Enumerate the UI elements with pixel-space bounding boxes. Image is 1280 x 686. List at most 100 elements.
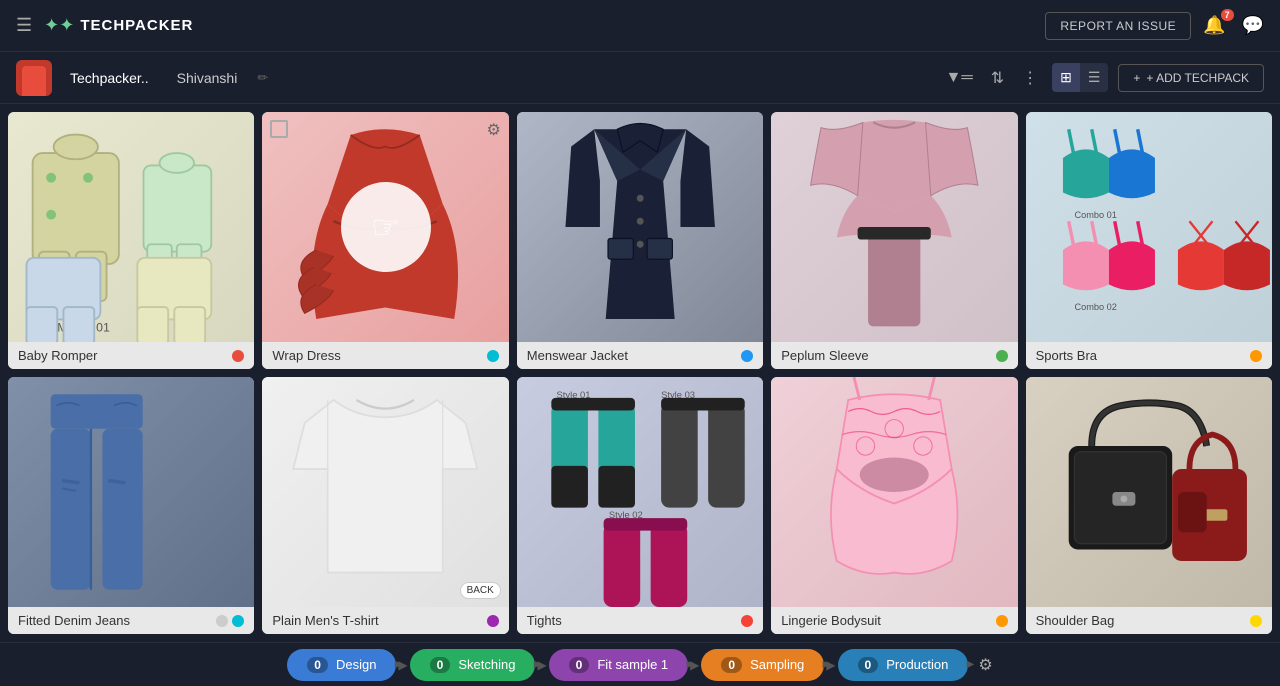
list-view-button[interactable]: ☰ [1080, 63, 1109, 92]
card-image-wrap-dress: ⚙ ☞ [262, 112, 508, 342]
report-issue-button[interactable]: REPORT AN ISSUE [1045, 12, 1191, 40]
status-dot-wrap-dress [487, 350, 499, 362]
status-dot-baby-romper [232, 350, 244, 362]
card-peplum-sleeve[interactable]: Peplum Sleeve [771, 112, 1017, 369]
sketching-count: 0 [430, 657, 451, 673]
card-name-wrap-dress: Wrap Dress [272, 348, 340, 363]
card-image-sports-bra: Combo 01 Combo 02 [1026, 112, 1272, 342]
card-footer-plain-mens-tshirt: Plain Men's T-shirt [262, 607, 508, 634]
add-techpack-button[interactable]: + + ADD TECHPACK [1118, 64, 1264, 92]
techpack-grid: COMBO - 01 [0, 104, 1280, 642]
card-name-menswear-jacket: Menswear Jacket [527, 348, 628, 363]
card-footer-baby-romper: Baby Romper [8, 342, 254, 369]
sort-icon[interactable]: ⇅ [987, 64, 1008, 92]
svg-text:Combo 01: Combo 01 [1074, 210, 1116, 220]
status-settings-icon[interactable]: ⚙ [978, 655, 992, 675]
card-image-lingerie-bodysuit [771, 377, 1017, 607]
card-image-tights: Style 01 Style 03 [517, 377, 763, 607]
card-fitted-denim-jeans[interactable]: Fitted Denim Jeans [8, 377, 254, 634]
card-footer-lingerie-bodysuit: Lingerie Bodysuit [771, 607, 1017, 634]
sketching-label: Sketching [458, 657, 515, 672]
tabbar: Techpacker.. Shivanshi ✏ ▼═ ⇅ ⋮ ⊞ ☰ + + … [0, 52, 1280, 104]
status-dot-plain-mens-tshirt [487, 615, 499, 627]
card-checkbox-wrap-dress[interactable] [270, 120, 288, 138]
card-name-fitted-denim-jeans: Fitted Denim Jeans [18, 613, 130, 628]
card-footer-shoulder-bag: Shoulder Bag [1026, 607, 1272, 634]
svg-text:Combo 02: Combo 02 [1074, 302, 1116, 312]
production-label: Production [886, 657, 948, 672]
status-dot-fitted-denim-jeans-1 [216, 615, 228, 627]
sampling-count: 0 [721, 657, 742, 673]
plus-icon: + [1133, 71, 1140, 85]
sampling-label: Sampling [750, 657, 804, 672]
card-baby-romper[interactable]: COMBO - 01 [8, 112, 254, 369]
card-image-plain-mens-tshirt: BACK [262, 377, 508, 607]
messages-button[interactable]: 💬 [1242, 15, 1264, 36]
status-dot-shoulder-bag [1250, 615, 1262, 627]
hover-cursor-overlay: ☞ [341, 182, 431, 272]
production-count: 0 [858, 657, 879, 673]
status-dot-fitted-denim-jeans-2 [232, 615, 244, 627]
status-sketching[interactable]: 0 Sketching [410, 649, 536, 681]
status-bar: 0 Design ▶ 0 Sketching ▶ 0 Fit sample 1 … [0, 642, 1280, 686]
status-dot-sports-bra [1250, 350, 1262, 362]
status-dot-lingerie-bodysuit [996, 615, 1008, 627]
card-plain-mens-tshirt[interactable]: BACK Plain Men's T-shirt [262, 377, 508, 634]
add-techpack-label: + ADD TECHPACK [1146, 71, 1249, 85]
nav-icons: 🔔 7 💬 [1203, 15, 1264, 36]
card-name-baby-romper: Baby Romper [18, 348, 97, 363]
avatar [16, 60, 52, 96]
navbar: ☰ ✦✦ TECHPACKER REPORT AN ISSUE 🔔 7 💬 [0, 0, 1280, 52]
status-dot-menswear-jacket [741, 350, 753, 362]
grid-view-button[interactable]: ⊞ [1052, 63, 1080, 92]
card-wrap-dress[interactable]: ⚙ ☞ Wrap Dress [262, 112, 508, 369]
tab-actions: ▼═ ⇅ ⋮ ⊞ ☰ + + ADD TECHPACK [942, 63, 1264, 92]
status-dot-tights [741, 615, 753, 627]
card-tights[interactable]: Style 01 Style 03 [517, 377, 763, 634]
design-count: 0 [307, 657, 328, 673]
card-image-shoulder-bag [1026, 377, 1272, 607]
card-sports-bra[interactable]: Combo 01 Combo 02 [1026, 112, 1272, 369]
notification-badge: 7 [1221, 9, 1234, 21]
card-name-tights: Tights [527, 613, 562, 628]
card-name-lingerie-bodysuit: Lingerie Bodysuit [781, 613, 881, 628]
status-sampling[interactable]: 0 Sampling [701, 649, 824, 681]
card-image-baby-romper: COMBO - 01 [8, 112, 254, 342]
settings-icon-wrap-dress[interactable]: ⚙ [486, 120, 500, 140]
card-menswear-jacket[interactable]: Menswear Jacket [517, 112, 763, 369]
fit-sample-label: Fit sample 1 [597, 657, 668, 672]
card-footer-fitted-denim-jeans: Fitted Denim Jeans [8, 607, 254, 634]
card-image-fitted-denim-jeans [8, 377, 254, 607]
status-dot-peplum-sleeve [996, 350, 1008, 362]
design-label: Design [336, 657, 376, 672]
notifications-button[interactable]: 🔔 7 [1203, 15, 1225, 36]
tab-shivanshi[interactable]: Shivanshi [167, 64, 248, 92]
card-name-peplum-sleeve: Peplum Sleeve [781, 348, 868, 363]
card-footer-peplum-sleeve: Peplum Sleeve [771, 342, 1017, 369]
card-lingerie-bodysuit[interactable]: Lingerie Bodysuit [771, 377, 1017, 634]
back-badge-tshirt: BACK [460, 582, 501, 599]
card-name-sports-bra: Sports Bra [1036, 348, 1097, 363]
status-design[interactable]: 0 Design [287, 649, 396, 681]
menu-icon[interactable]: ☰ [16, 15, 32, 36]
filter-icon[interactable]: ▼═ [942, 65, 977, 91]
card-name-plain-mens-tshirt: Plain Men's T-shirt [272, 613, 378, 628]
app-logo: ✦✦ TECHPACKER [44, 15, 193, 36]
logo-icon: ✦✦ [44, 15, 74, 36]
fit-sample-count: 0 [569, 657, 590, 673]
card-footer-menswear-jacket: Menswear Jacket [517, 342, 763, 369]
status-production[interactable]: 0 Production [838, 649, 969, 681]
card-footer-wrap-dress: Wrap Dress [262, 342, 508, 369]
card-name-shoulder-bag: Shoulder Bag [1036, 613, 1115, 628]
card-footer-sports-bra: Sports Bra [1026, 342, 1272, 369]
app-name: TECHPACKER [80, 17, 193, 34]
more-options-icon[interactable]: ⋮ [1018, 64, 1042, 92]
card-image-peplum-sleeve [771, 112, 1017, 342]
card-shoulder-bag[interactable]: Shoulder Bag [1026, 377, 1272, 634]
card-footer-tights: Tights [517, 607, 763, 634]
card-image-menswear-jacket [517, 112, 763, 342]
status-fit-sample[interactable]: 0 Fit sample 1 [549, 649, 689, 681]
tab-techpacker[interactable]: Techpacker.. [60, 64, 159, 92]
view-toggle: ⊞ ☰ [1052, 63, 1108, 92]
edit-tab-icon[interactable]: ✏ [257, 70, 268, 86]
